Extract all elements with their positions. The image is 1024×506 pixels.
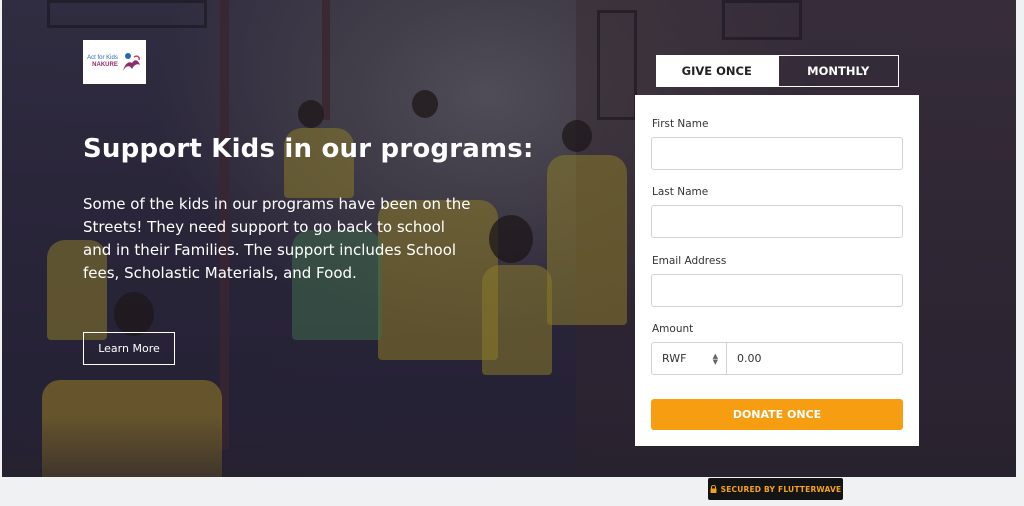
logo-mark-icon xyxy=(120,51,142,73)
tab-monthly[interactable]: MONTHLY xyxy=(777,55,899,87)
last-name-field[interactable] xyxy=(651,205,903,238)
background-figure xyxy=(412,90,438,118)
background-figure xyxy=(298,100,324,128)
background-window xyxy=(47,0,207,28)
first-name-label: First Name xyxy=(652,118,709,130)
amount-input[interactable] xyxy=(727,343,902,374)
bottom-bar xyxy=(0,477,1024,506)
hero-section: Act for Kids NAKURE Support Kids in our … xyxy=(2,0,1016,477)
background-window xyxy=(722,0,802,40)
currency-value: RWF xyxy=(662,352,687,365)
learn-more-button[interactable]: Learn More xyxy=(83,332,175,365)
site-logo[interactable]: Act for Kids NAKURE xyxy=(83,40,146,84)
amount-group: RWF ▲ ▼ xyxy=(651,342,903,375)
background-figure xyxy=(547,155,627,325)
donation-form: First Name Last Name Email Address Amoun… xyxy=(635,95,919,446)
lock-icon xyxy=(710,484,717,493)
logo-text: Act for Kids NAKURE xyxy=(87,55,118,69)
background-figure xyxy=(562,120,592,152)
tab-give-once[interactable]: GIVE ONCE xyxy=(656,55,778,87)
background-figure xyxy=(489,215,533,263)
right-margin xyxy=(1016,0,1024,477)
background-pillar xyxy=(322,0,330,120)
last-name-label: Last Name xyxy=(652,186,709,198)
logo-line-1: Act for Kids xyxy=(87,55,118,61)
hero-description: Some of the kids in our programs have be… xyxy=(83,195,471,282)
donate-once-button[interactable]: DONATE ONCE xyxy=(651,399,903,430)
secured-badge[interactable]: SECURED BY FLUTTERWAVE xyxy=(708,478,843,500)
background-figure xyxy=(482,265,552,375)
logo-line-2: NAKURE xyxy=(92,62,118,68)
email-label: Email Address xyxy=(652,255,727,267)
secured-label: SECURED BY FLUTTERWAVE xyxy=(720,484,842,494)
stepper-icon: ▲ ▼ xyxy=(712,351,718,366)
page: Act for Kids NAKURE Support Kids in our … xyxy=(0,0,1024,506)
hero-title: Support Kids in our programs: xyxy=(83,134,534,164)
first-name-field[interactable] xyxy=(651,137,903,170)
donation-frequency-tabs: GIVE ONCE MONTHLY xyxy=(656,55,899,87)
email-field[interactable] xyxy=(651,274,903,307)
background-figure xyxy=(114,292,154,336)
amount-label: Amount xyxy=(652,323,694,335)
background-window xyxy=(597,10,637,120)
currency-select[interactable]: RWF ▲ ▼ xyxy=(652,343,727,374)
